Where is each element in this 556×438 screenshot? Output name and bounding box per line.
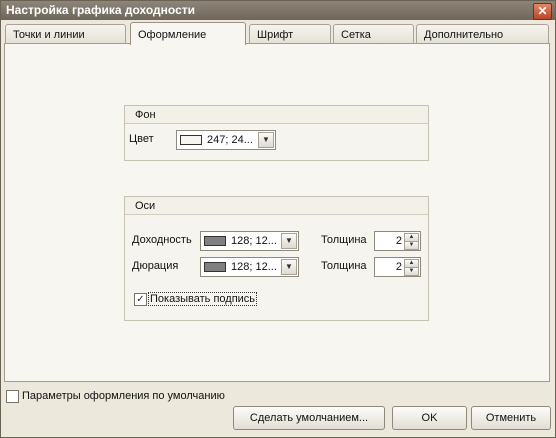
yield-thickness-value: 2 <box>395 235 402 247</box>
duration-thickness-value: 2 <box>395 261 402 273</box>
tab-label: Точки и линии <box>13 29 85 41</box>
dialog-title: Настройка графика доходности <box>6 3 195 17</box>
background-color-swatch <box>180 135 202 145</box>
tab-grid[interactable]: Сетка <box>333 24 414 44</box>
yield-color-swatch <box>204 236 226 246</box>
duration-color-picker[interactable]: 128; 12... ▼ <box>200 257 299 277</box>
tab-appearance[interactable]: Оформление <box>130 22 246 45</box>
yield-color-value: 128; 12... <box>231 235 277 247</box>
tab-points-lines[interactable]: Точки и линии <box>5 24 126 44</box>
ok-button[interactable]: OK <box>392 406 467 430</box>
group-title: Фон <box>135 109 156 121</box>
default-params-label[interactable]: Параметры оформления по умолчанию <box>22 390 225 402</box>
triangle-down-icon[interactable]: ▼ <box>404 241 419 250</box>
yield-thickness-stepper[interactable]: 2 ▲ ▼ <box>374 231 421 251</box>
yield-label: Доходность <box>132 234 192 246</box>
settings-dialog: Настройка графика доходности ✕ Точки и л… <box>0 0 556 438</box>
appearance-panel: Фон Цвет 247; 24... ▼ Оси Доходность 128… <box>4 43 550 382</box>
tab-label: Сетка <box>341 29 371 41</box>
tab-label: Оформление <box>138 29 207 41</box>
chevron-down-icon[interactable]: ▼ <box>258 132 274 148</box>
close-button[interactable]: ✕ <box>533 3 552 20</box>
title-bar: Настройка графика доходности ✕ <box>1 1 555 20</box>
background-group: Фон Цвет 247; 24... ▼ <box>124 105 429 161</box>
cancel-button[interactable]: Отменить <box>471 406 551 430</box>
background-color-value: 247; 24... <box>207 134 253 146</box>
tab-label: Дополнительно <box>424 29 504 41</box>
tab-advanced[interactable]: Дополнительно <box>416 24 549 44</box>
background-group-header: Фон <box>125 106 428 124</box>
duration-color-swatch <box>204 262 226 272</box>
close-icon: ✕ <box>537 4 548 18</box>
duration-thickness-label: Толщина <box>321 260 367 272</box>
duration-thickness-stepper[interactable]: 2 ▲ ▼ <box>374 257 421 277</box>
duration-label: Дюрация <box>132 260 179 272</box>
tab-font[interactable]: Шрифт <box>249 24 331 44</box>
background-color-label: Цвет <box>129 133 154 145</box>
duration-color-value: 128; 12... <box>231 261 277 273</box>
axes-group-header: Оси <box>125 197 428 215</box>
group-title: Оси <box>135 200 156 212</box>
yield-color-picker[interactable]: 128; 12... ▼ <box>200 231 299 251</box>
chevron-down-icon[interactable]: ▼ <box>281 233 297 249</box>
background-color-picker[interactable]: 247; 24... ▼ <box>176 130 276 150</box>
make-default-button[interactable]: Сделать умолчанием... <box>233 406 385 430</box>
show-caption-checkbox[interactable]: ✓ <box>134 293 147 306</box>
default-params-checkbox[interactable] <box>6 390 19 403</box>
yield-thickness-label: Толщина <box>321 234 367 246</box>
tab-label: Шрифт <box>257 29 294 41</box>
show-caption-label[interactable]: Показывать подпись <box>148 292 258 306</box>
chevron-down-icon[interactable]: ▼ <box>281 259 297 275</box>
axes-group: Оси Доходность 128; 12... ▼ Толщина 2 ▲ … <box>124 196 429 321</box>
check-icon: ✓ <box>136 294 145 305</box>
triangle-down-icon[interactable]: ▼ <box>404 267 419 276</box>
